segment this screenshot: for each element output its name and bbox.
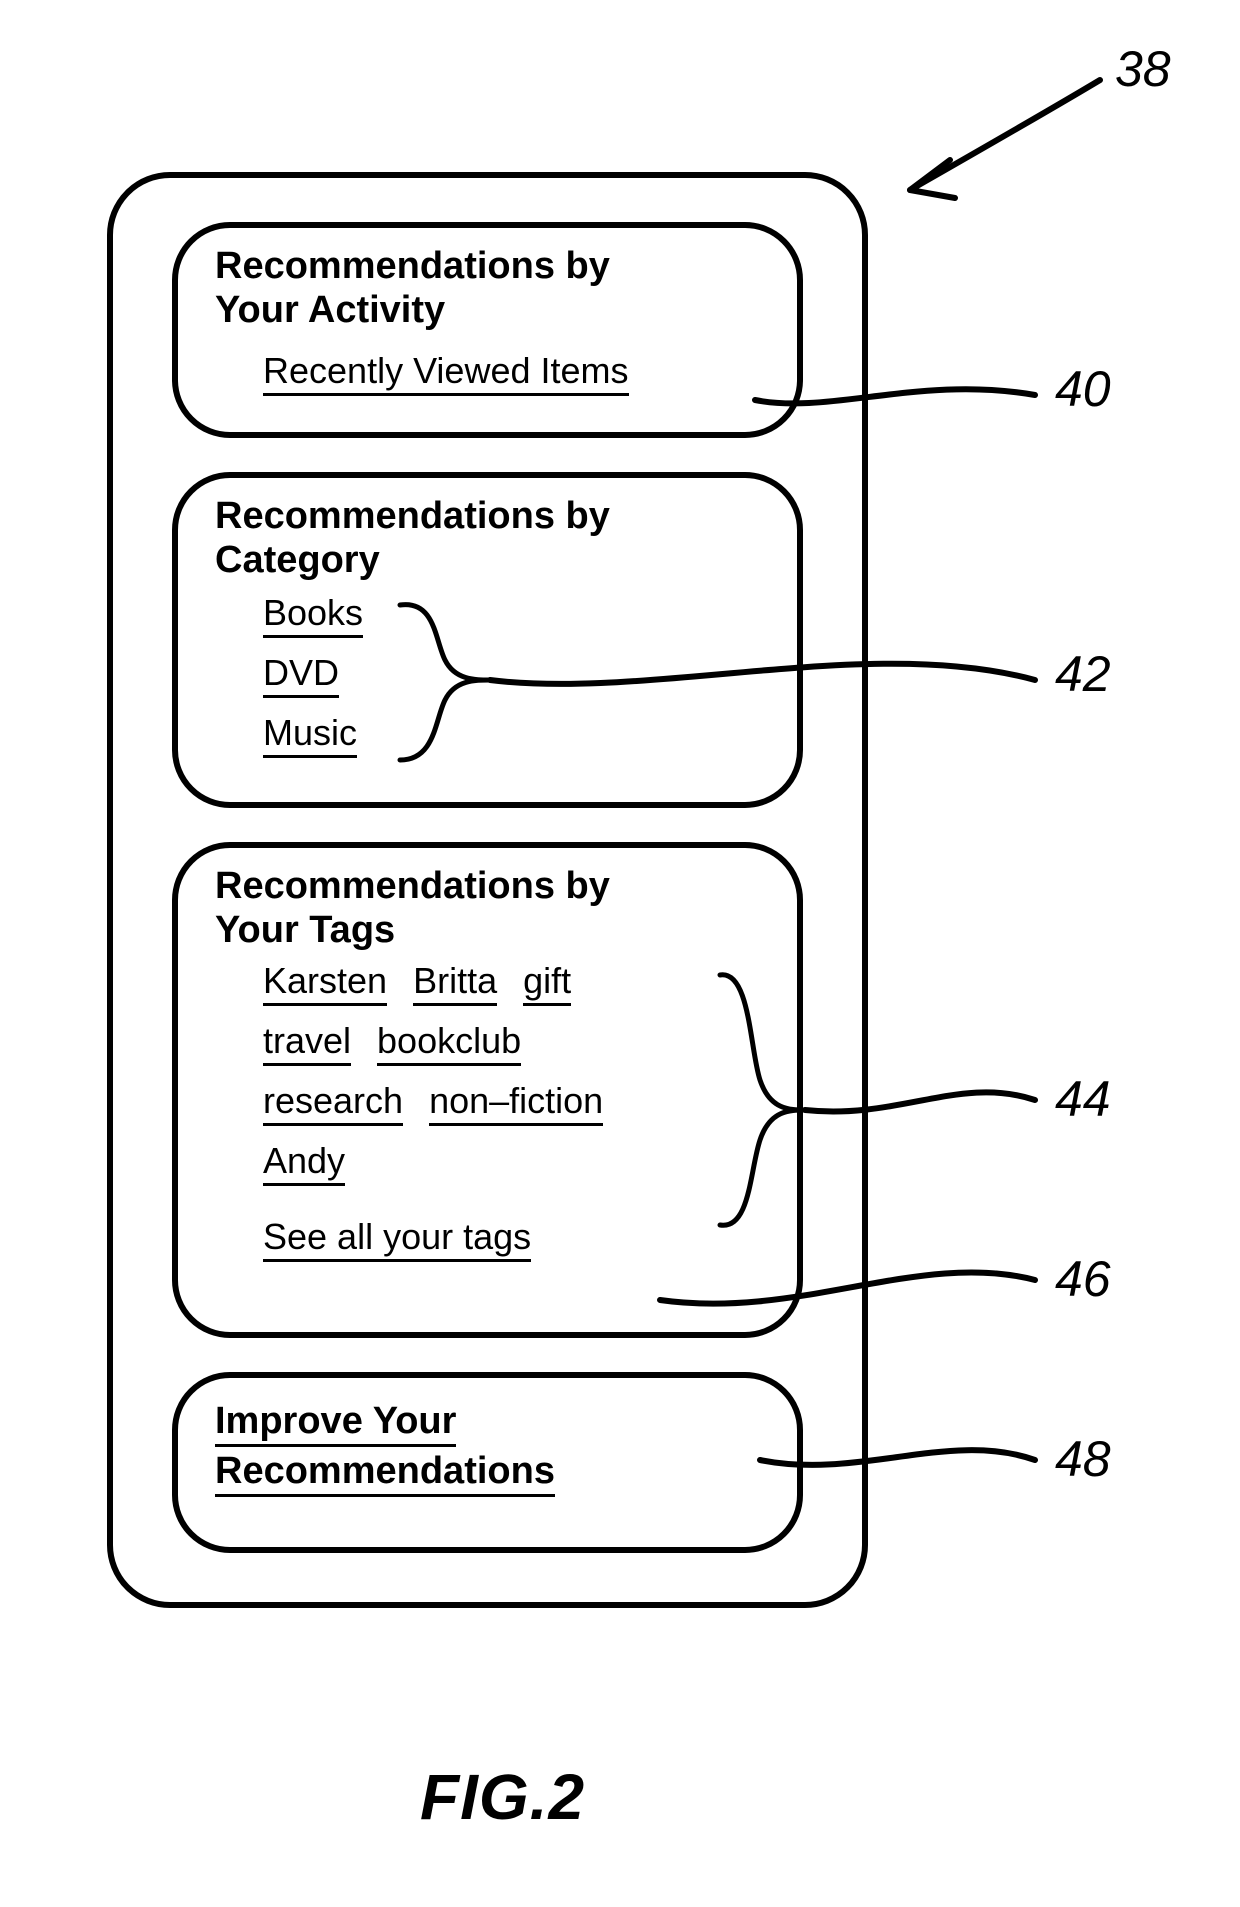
- category-music-link[interactable]: Music: [263, 712, 357, 758]
- activity-title-line1: Recommendations by: [215, 245, 775, 289]
- activity-panel-content: Recommendations by Your Activity Recentl…: [215, 245, 775, 410]
- category-title-line2: Category: [215, 539, 775, 583]
- tag-bookclub[interactable]: bookclub: [377, 1020, 521, 1066]
- ref-44: 44: [1055, 1070, 1111, 1128]
- recently-viewed-link[interactable]: Recently Viewed Items: [263, 350, 629, 396]
- category-title-line1: Recommendations by: [215, 495, 775, 539]
- improve-panel-content: Improve Your Recommendations: [215, 1400, 775, 1493]
- ref-38: 38: [1115, 40, 1171, 98]
- see-all-tags-link[interactable]: See all your tags: [263, 1216, 531, 1262]
- tag-andy[interactable]: Andy: [263, 1140, 345, 1186]
- category-dvd-link[interactable]: DVD: [263, 652, 339, 698]
- tags-title-line1: Recommendations by: [215, 865, 775, 909]
- activity-title-line2: Your Activity: [215, 289, 775, 333]
- tags-title-line2: Your Tags: [215, 909, 775, 953]
- figure-caption: FIG.2: [420, 1760, 585, 1834]
- tag-nonfiction[interactable]: non–fiction: [429, 1080, 603, 1126]
- tags-panel-content: Recommendations by Your Tags Karsten Bri…: [215, 865, 775, 1276]
- improve-link-line1[interactable]: Improve Your: [215, 1400, 456, 1447]
- ref-46: 46: [1055, 1250, 1111, 1308]
- tag-britta[interactable]: Britta: [413, 960, 497, 1006]
- ref-48: 48: [1055, 1430, 1111, 1488]
- tag-travel[interactable]: travel: [263, 1020, 351, 1066]
- ref-40: 40: [1055, 360, 1111, 418]
- category-books-link[interactable]: Books: [263, 592, 363, 638]
- tag-research[interactable]: research: [263, 1080, 403, 1126]
- tag-karsten[interactable]: Karsten: [263, 960, 387, 1006]
- improve-link-line2[interactable]: Recommendations: [215, 1450, 555, 1497]
- tag-gift[interactable]: gift: [523, 960, 571, 1006]
- ref-42: 42: [1055, 645, 1111, 703]
- figure-page: 38 40 42 44 46 48 Recommendations by You…: [0, 0, 1240, 1907]
- category-panel-content: Recommendations by Category Books DVD Mu…: [215, 495, 775, 772]
